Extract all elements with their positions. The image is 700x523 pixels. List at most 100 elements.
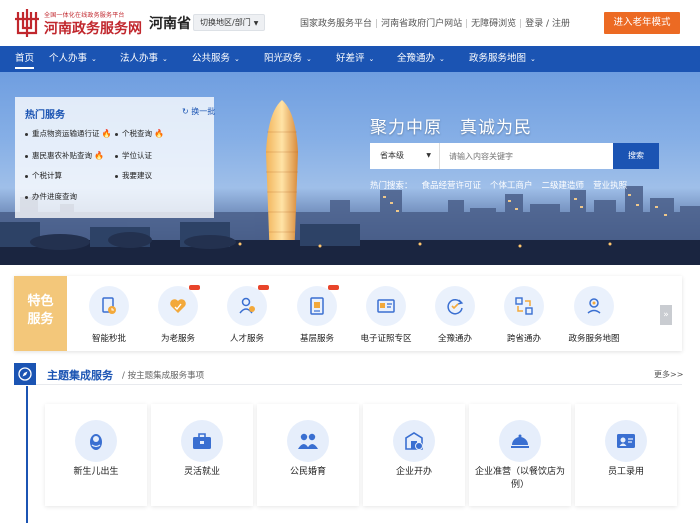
province-wide-icon (435, 286, 475, 326)
theme-services-title: 主题集成服务 (47, 369, 113, 382)
theme-card-label: 企业开办 (395, 467, 432, 477)
bullet (25, 132, 28, 136)
featured-item-cross-province[interactable]: 跨省通办 (489, 276, 559, 351)
hot-service-label: 办件进度查询 (32, 192, 77, 201)
featured-item-e-license[interactable]: 电子证照专区 (351, 276, 421, 351)
search-input[interactable] (441, 143, 613, 169)
smart-approval-icon (89, 286, 129, 326)
caret-down-icon: ▼ (426, 152, 431, 159)
featured-label-line: 服务 (27, 312, 54, 327)
hot-search-link[interactable]: 食品经营许可证 (422, 181, 482, 191)
featured-item-elderly[interactable]: 为老服务 (143, 276, 213, 351)
couple-icon (287, 420, 329, 462)
hot-service-item[interactable]: 学位认证 (115, 150, 152, 161)
elderly-care-icon (158, 286, 198, 326)
more-link[interactable]: 更多>> (654, 369, 683, 380)
caret-down-icon: ▼ (253, 20, 259, 27)
hot-service-item[interactable]: 办件进度查询 (25, 191, 77, 202)
nav-home[interactable]: 首页 (15, 46, 35, 72)
featured-label-line: 特色 (27, 294, 54, 309)
elder-mode-button[interactable]: 进入老年模式 (604, 12, 680, 34)
hot-search-link[interactable]: 个体工商户 (490, 181, 533, 191)
nav-legal-entity[interactable]: 法人办事 ⌄ (120, 46, 168, 72)
theme-card-restaurant-permit[interactable]: 企业准营（以餐饮店为例） (469, 404, 571, 506)
bullet (25, 174, 28, 178)
search-scope-label: 省本级 (380, 151, 404, 160)
employee-card-icon (605, 420, 647, 462)
nav-label: 首页 (15, 53, 35, 64)
government-logo-icon[interactable] (14, 9, 40, 37)
featured-item-smart-approval[interactable]: 智能秒批 (74, 276, 144, 351)
chevron-down-icon: ⌄ (530, 55, 536, 63)
hot-service-item[interactable]: 个税查询 🔥 (115, 128, 164, 139)
theme-card-label: 公民婚育 (289, 467, 326, 477)
hot-service-label: 个税计算 (32, 171, 62, 180)
hot-service-label: 惠民惠农补贴查询 (32, 151, 92, 160)
bullet (115, 132, 118, 136)
grassroots-icon (297, 286, 337, 326)
top-header: 全国一体化在线政务服务平台 河南政务服务网 河南省 切换地区/部门 ▼ 国家政务服… (0, 0, 700, 46)
hot-search-link[interactable]: 营业执照 (593, 181, 627, 191)
hot-search-link[interactable]: 二级建造师 (542, 181, 585, 191)
link-henan-portal[interactable]: 河南省政府门户网站 (381, 19, 462, 29)
theme-services-header: 主题集成服务 / 按主题集成服务事项 更多>> (14, 363, 683, 385)
bullet (115, 154, 118, 158)
nav-open-government[interactable]: 阳光政务 ⌄ (264, 46, 312, 72)
nav-public-service[interactable]: 公共服务 ⌄ (192, 46, 240, 72)
main-nav: 首页 个人办事 ⌄ 法人办事 ⌄ 公共服务 ⌄ 阳光政务 ⌄ 好差评 ⌄ 全豫通办 ⌄ 政务… (0, 46, 700, 72)
switch-region-label: 切换地区/部门 (200, 18, 251, 27)
chevron-down-icon: ⌄ (234, 55, 240, 63)
hot-search-row: 热门搜索： 食品经营许可证 个体工商户 二级建造师 营业执照 (370, 179, 636, 191)
chevron-down-icon: ⌄ (368, 55, 375, 63)
fire-icon: 🔥 (101, 129, 112, 138)
search-bar: 省本级 ▼ 搜索 (370, 143, 659, 169)
map-icon (574, 286, 614, 326)
nav-label: 个人办事 (49, 53, 88, 64)
cross-province-icon (504, 286, 544, 326)
featured-item-talent[interactable]: 人才服务 (212, 276, 282, 351)
nav-henan-wide[interactable]: 全豫通办 ⌄ (397, 46, 445, 72)
featured-item-province-wide[interactable]: 全豫通办 (420, 276, 490, 351)
divider: | (519, 19, 523, 29)
nav-evaluation[interactable]: 好差评 ⌄ (336, 46, 374, 72)
switch-region-button[interactable]: 切换地区/部门 ▼ (193, 14, 266, 31)
theme-card-enterprise-start[interactable]: 企业开办 (363, 404, 465, 506)
featured-item-grassroots[interactable]: 基层服务 (282, 276, 352, 351)
restaurant-icon (499, 420, 541, 462)
link-national-platform[interactable]: 国家政务服务平台 (300, 19, 372, 29)
refresh-button[interactable]: ↻ 换一批 (182, 106, 215, 117)
hot-services-title: 热门服务 (25, 110, 65, 121)
nav-personal[interactable]: 个人办事 ⌄ (49, 46, 97, 72)
search-button[interactable]: 搜索 (613, 143, 659, 169)
bullet (25, 195, 28, 199)
search-scope-select[interactable]: 省本级 ▼ (370, 143, 440, 169)
nav-service-map[interactable]: 政务服务地图 ⌄ (469, 46, 536, 72)
theme-card-marriage[interactable]: 公民婚育 (257, 404, 359, 506)
hot-service-item[interactable]: 我要建议 (115, 170, 152, 181)
hot-service-item[interactable]: 惠民惠农补贴查询 🔥 (25, 150, 104, 161)
fire-icon: 🔥 (154, 129, 164, 138)
hot-service-label: 个税查询 (122, 129, 152, 138)
hot-service-item[interactable]: 个税计算 (25, 170, 62, 181)
theme-card-employee-hiring[interactable]: 员工录用 (575, 404, 677, 506)
theme-card-newborn[interactable]: 新生儿出生 (45, 404, 147, 506)
chevron-down-icon: ⌄ (91, 55, 97, 63)
nav-label: 政务服务地图 (469, 53, 527, 64)
hot-service-item[interactable]: 重点物资运输通行证 🔥 (25, 128, 111, 139)
link-login-register[interactable]: 登录 / 注册 (525, 19, 570, 29)
hot-service-label: 重点物资运输通行证 (32, 129, 100, 138)
timeline-line (26, 386, 28, 523)
featured-item-service-map[interactable]: 政务服务地图 (559, 276, 629, 351)
featured-item-label: 政务服务地图 (568, 334, 620, 344)
site-name[interactable]: 河南政务服务网 (44, 18, 142, 38)
theme-card-flexible-employment[interactable]: 灵活就业 (151, 404, 253, 506)
newborn-icon (75, 420, 117, 462)
e-license-icon (366, 286, 406, 326)
compass-icon (14, 363, 36, 385)
new-badge (328, 285, 339, 290)
next-arrow-button[interactable]: » (660, 305, 672, 325)
new-badge (258, 285, 269, 290)
talent-icon (227, 286, 267, 326)
link-accessibility[interactable]: 无障碍浏览 (471, 19, 516, 29)
briefcase-icon (181, 420, 223, 462)
